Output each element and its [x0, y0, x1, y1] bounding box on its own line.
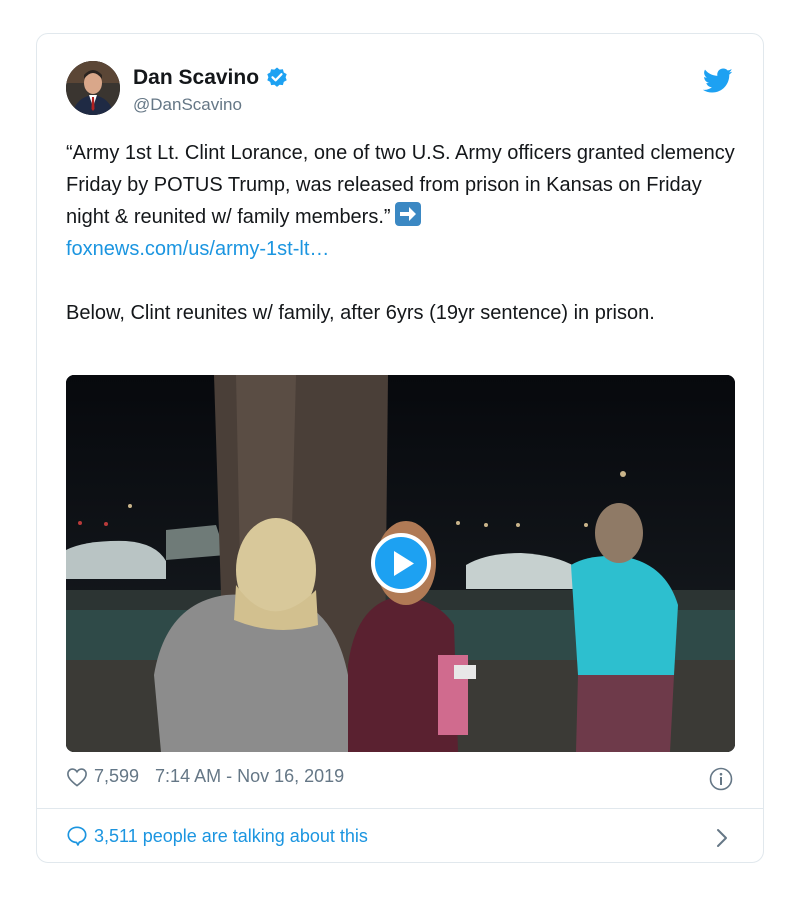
- tweet-meta: 7,599 7:14 AM - Nov 16, 2019: [66, 766, 344, 787]
- info-icon[interactable]: [709, 767, 733, 791]
- tweet-paragraph-2: Below, Clint reunites w/ family, after 6…: [66, 302, 655, 324]
- speech-bubble-icon: [67, 826, 87, 846]
- play-button[interactable]: [371, 533, 431, 593]
- video-player[interactable]: [66, 375, 735, 752]
- tweet-card: Dan Scavino @DanScavino “Army 1st Lt. Cl…: [36, 33, 764, 863]
- tweet-text: “Army 1st Lt. Clint Lorance, one of two …: [66, 137, 746, 329]
- conversation-count[interactable]: 3,511 people are talking about this: [94, 826, 368, 847]
- tweet-timestamp[interactable]: 7:14 AM - Nov 16, 2019: [155, 766, 344, 787]
- article-link[interactable]: foxnews.com/us/army-1st-lt…: [66, 238, 329, 260]
- tweet-paragraph-1: “Army 1st Lt. Clint Lorance, one of two …: [66, 137, 746, 265]
- twitter-bird-icon[interactable]: [703, 68, 733, 94]
- heart-icon[interactable]: [66, 767, 88, 787]
- chevron-right-icon[interactable]: [715, 827, 729, 849]
- author-name-row[interactable]: Dan Scavino: [133, 66, 289, 90]
- author-handle[interactable]: @DanScavino: [133, 95, 242, 115]
- right-arrow-emoji: [394, 202, 421, 226]
- author-avatar[interactable]: [66, 61, 120, 115]
- verified-badge-icon: [267, 67, 287, 87]
- like-count[interactable]: 7,599: [94, 766, 139, 787]
- play-icon: [394, 551, 414, 576]
- conversation-link[interactable]: 3,511 people are talking about this: [66, 825, 368, 847]
- divider: [37, 808, 763, 809]
- author-name[interactable]: Dan Scavino: [133, 66, 259, 90]
